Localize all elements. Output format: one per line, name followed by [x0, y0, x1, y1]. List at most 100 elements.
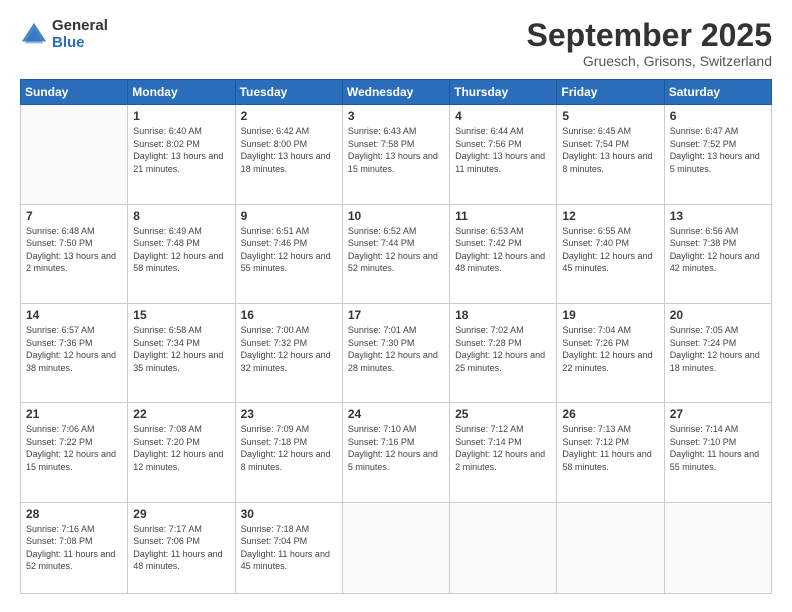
day-info: Sunrise: 7:00 AM Sunset: 7:32 PM Dayligh… — [241, 324, 337, 374]
calendar-cell: 28Sunrise: 7:16 AM Sunset: 7:08 PM Dayli… — [21, 502, 128, 593]
day-number: 7 — [26, 209, 122, 223]
day-info: Sunrise: 6:45 AM Sunset: 7:54 PM Dayligh… — [562, 125, 658, 175]
calendar-table: SundayMondayTuesdayWednesdayThursdayFrid… — [20, 79, 772, 594]
day-header-sunday: Sunday — [21, 80, 128, 105]
day-number: 25 — [455, 407, 551, 421]
calendar-cell: 23 Sunrise: 7:09 AM Sunset: 7:18 PM Dayli… — [235, 403, 342, 502]
day-info: Sunrise: 6:40 AM Sunset: 8:02 PM Dayligh… — [133, 125, 229, 175]
day-number: 17 — [348, 308, 444, 322]
day-info: Sunrise: 7:09 AM Sunset: 7:18 PM Dayligh… — [241, 423, 337, 473]
day-info: Sunrise: 6:56 AM Sunset: 7:38 PM Dayligh… — [670, 225, 766, 275]
calendar-cell: 17 Sunrise: 7:01 AM Sunset: 7:30 PM Dayli… — [342, 303, 449, 402]
calendar-cell — [664, 502, 771, 593]
week-row-2: 7 Sunrise: 6:48 AM Sunset: 7:50 PM Daylig… — [21, 204, 772, 303]
day-info: Sunrise: 7:01 AM Sunset: 7:30 PM Dayligh… — [348, 324, 444, 374]
calendar-cell: 21 Sunrise: 7:06 AM Sunset: 7:22 PM Dayli… — [21, 403, 128, 502]
header: General Blue September 2025 Gruesch, Gri… — [20, 18, 772, 69]
calendar-cell: 24Sunrise: 7:10 AM Sunset: 7:16 PM Dayli… — [342, 403, 449, 502]
calendar-cell: 11 Sunrise: 6:53 AM Sunset: 7:42 PM Dayli… — [450, 204, 557, 303]
day-info: Sunrise: 6:48 AM Sunset: 7:50 PM Dayligh… — [26, 225, 122, 275]
day-info: Sunrise: 6:43 AM Sunset: 7:58 PM Dayligh… — [348, 125, 444, 175]
calendar-cell: 3 Sunrise: 6:43 AM Sunset: 7:58 PM Daylig… — [342, 105, 449, 204]
day-header-wednesday: Wednesday — [342, 80, 449, 105]
calendar-cell — [557, 502, 664, 593]
calendar-cell: 18Sunrise: 7:02 AM Sunset: 7:28 PM Dayli… — [450, 303, 557, 402]
week-row-5: 28Sunrise: 7:16 AM Sunset: 7:08 PM Dayli… — [21, 502, 772, 593]
day-info: Sunrise: 6:47 AM Sunset: 7:52 PM Dayligh… — [670, 125, 766, 175]
calendar-cell — [450, 502, 557, 593]
calendar-cell: 25 Sunrise: 7:12 AM Sunset: 7:14 PM Dayli… — [450, 403, 557, 502]
day-number: 14 — [26, 308, 122, 322]
title-block: September 2025 Gruesch, Grisons, Switzer… — [527, 18, 772, 69]
calendar-cell: 22 Sunrise: 7:08 AM Sunset: 7:20 PM Dayli… — [128, 403, 235, 502]
month-title: September 2025 — [527, 18, 772, 53]
calendar-cell: 6 Sunrise: 6:47 AM Sunset: 7:52 PM Daylig… — [664, 105, 771, 204]
day-header-friday: Friday — [557, 80, 664, 105]
day-number: 10 — [348, 209, 444, 223]
day-info: Sunrise: 7:14 AM Sunset: 7:10 PM Dayligh… — [670, 423, 766, 473]
calendar-cell: 12 Sunrise: 6:55 AM Sunset: 7:40 PM Dayli… — [557, 204, 664, 303]
day-info: Sunrise: 7:06 AM Sunset: 7:22 PM Dayligh… — [26, 423, 122, 473]
day-number: 12 — [562, 209, 658, 223]
calendar-cell: 2 Sunrise: 6:42 AM Sunset: 8:00 PM Daylig… — [235, 105, 342, 204]
calendar-cell: 13 Sunrise: 6:56 AM Sunset: 7:38 PM Dayli… — [664, 204, 771, 303]
calendar-cell: 26 Sunrise: 7:13 AM Sunset: 7:12 PM Dayli… — [557, 403, 664, 502]
day-info: Sunrise: 6:44 AM Sunset: 7:56 PM Dayligh… — [455, 125, 551, 175]
day-info: Sunrise: 6:52 AM Sunset: 7:44 PM Dayligh… — [348, 225, 444, 275]
calendar-cell — [342, 502, 449, 593]
day-number: 29 — [133, 507, 229, 521]
day-number: 20 — [670, 308, 766, 322]
logo-blue: Blue — [52, 35, 108, 52]
calendar-cell: 16 Sunrise: 7:00 AM Sunset: 7:32 PM Dayli… — [235, 303, 342, 402]
page: General Blue September 2025 Gruesch, Gri… — [0, 0, 792, 612]
day-number: 21 — [26, 407, 122, 421]
day-header-saturday: Saturday — [664, 80, 771, 105]
day-info: Sunrise: 7:04 AM Sunset: 7:26 PM Dayligh… — [562, 324, 658, 374]
logo-general: General — [52, 18, 108, 35]
week-row-3: 14 Sunrise: 6:57 AM Sunset: 7:36 PM Dayli… — [21, 303, 772, 402]
day-info: Sunrise: 6:57 AM Sunset: 7:36 PM Dayligh… — [26, 324, 122, 374]
calendar-header-row: SundayMondayTuesdayWednesdayThursdayFrid… — [21, 80, 772, 105]
day-number: 22 — [133, 407, 229, 421]
day-number: 23 — [241, 407, 337, 421]
day-info: Sunrise: 6:55 AM Sunset: 7:40 PM Dayligh… — [562, 225, 658, 275]
day-info: Sunrise: 7:16 AM Sunset: 7:08 PM Dayligh… — [26, 523, 122, 573]
day-number: 11 — [455, 209, 551, 223]
calendar-cell: 1 Sunrise: 6:40 AM Sunset: 8:02 PM Daylig… — [128, 105, 235, 204]
day-number: 6 — [670, 109, 766, 123]
day-info: Sunrise: 6:49 AM Sunset: 7:48 PM Dayligh… — [133, 225, 229, 275]
day-number: 4 — [455, 109, 551, 123]
day-info: Sunrise: 7:05 AM Sunset: 7:24 PM Dayligh… — [670, 324, 766, 374]
calendar-cell: 14 Sunrise: 6:57 AM Sunset: 7:36 PM Dayli… — [21, 303, 128, 402]
calendar-cell: 20 Sunrise: 7:05 AM Sunset: 7:24 PM Dayli… — [664, 303, 771, 402]
day-info: Sunrise: 6:42 AM Sunset: 8:00 PM Dayligh… — [241, 125, 337, 175]
day-number: 1 — [133, 109, 229, 123]
calendar-cell: 29Sunrise: 7:17 AM Sunset: 7:06 PM Dayli… — [128, 502, 235, 593]
day-header-tuesday: Tuesday — [235, 80, 342, 105]
calendar-cell: 7 Sunrise: 6:48 AM Sunset: 7:50 PM Daylig… — [21, 204, 128, 303]
day-number: 19 — [562, 308, 658, 322]
day-info: Sunrise: 7:13 AM Sunset: 7:12 PM Dayligh… — [562, 423, 658, 473]
day-header-thursday: Thursday — [450, 80, 557, 105]
day-info: Sunrise: 7:10 AM Sunset: 7:16 PM Dayligh… — [348, 423, 444, 473]
day-number: 3 — [348, 109, 444, 123]
day-info: Sunrise: 6:51 AM Sunset: 7:46 PM Dayligh… — [241, 225, 337, 275]
calendar-cell: 15 Sunrise: 6:58 AM Sunset: 7:34 PM Dayli… — [128, 303, 235, 402]
logo: General Blue — [20, 18, 108, 51]
day-info: Sunrise: 7:12 AM Sunset: 7:14 PM Dayligh… — [455, 423, 551, 473]
day-number: 2 — [241, 109, 337, 123]
day-number: 8 — [133, 209, 229, 223]
day-info: Sunrise: 7:08 AM Sunset: 7:20 PM Dayligh… — [133, 423, 229, 473]
day-number: 15 — [133, 308, 229, 322]
day-number: 18 — [455, 308, 551, 322]
day-number: 13 — [670, 209, 766, 223]
day-number: 27 — [670, 407, 766, 421]
day-number: 16 — [241, 308, 337, 322]
day-info: Sunrise: 7:18 AM Sunset: 7:04 PM Dayligh… — [241, 523, 337, 573]
logo-icon — [20, 21, 48, 49]
calendar-cell: 19 Sunrise: 7:04 AM Sunset: 7:26 PM Dayli… — [557, 303, 664, 402]
day-number: 26 — [562, 407, 658, 421]
day-info: Sunrise: 6:58 AM Sunset: 7:34 PM Dayligh… — [133, 324, 229, 374]
day-number: 5 — [562, 109, 658, 123]
day-info: Sunrise: 6:53 AM Sunset: 7:42 PM Dayligh… — [455, 225, 551, 275]
